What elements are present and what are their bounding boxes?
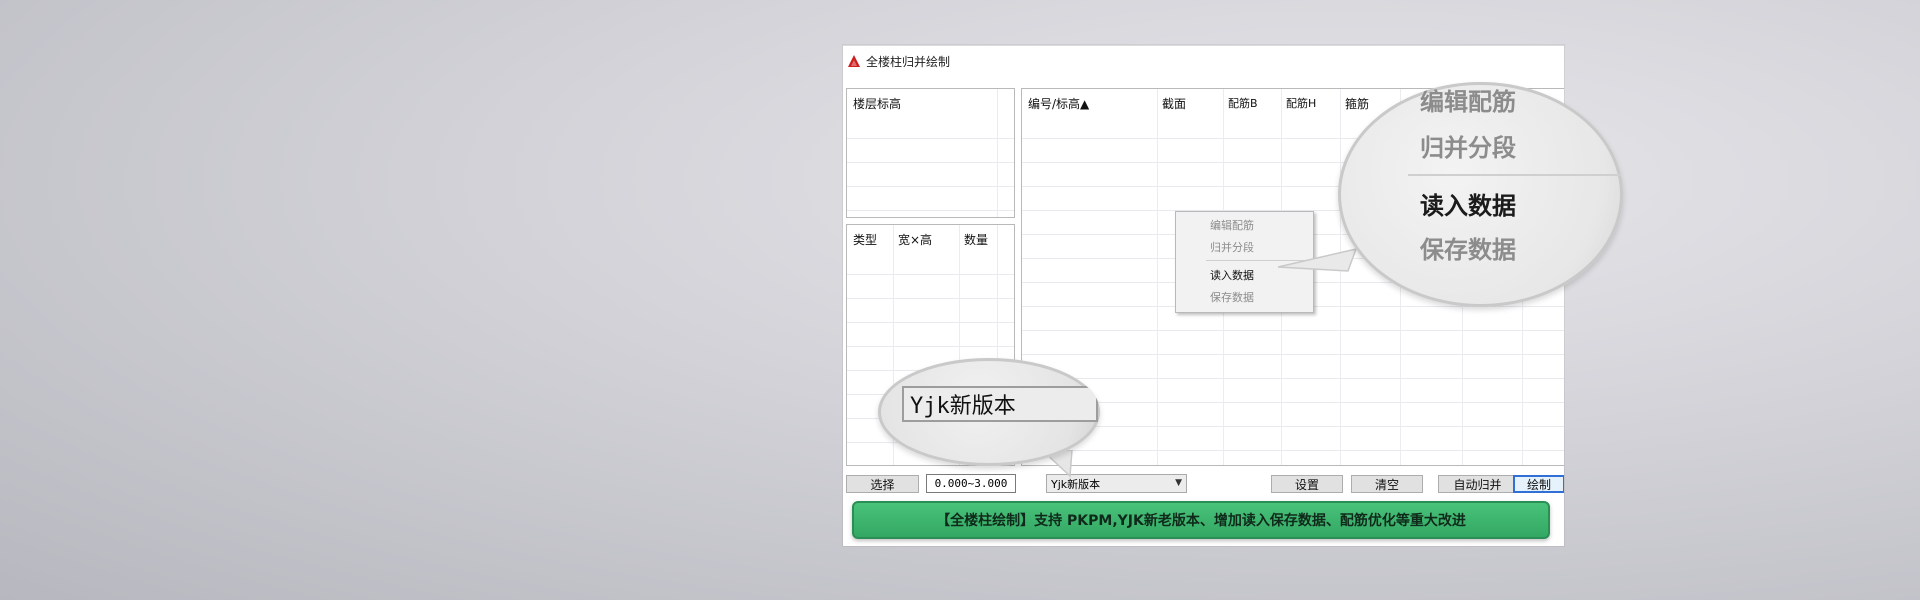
col-header-rebar-h[interactable]: 配筋H xyxy=(1286,95,1316,111)
settings-button[interactable]: 设置 xyxy=(1271,475,1343,493)
floor-list-panel[interactable]: 楼层标高 xyxy=(846,88,1015,218)
col-header-section[interactable]: 截面 xyxy=(1162,95,1186,112)
window-title: 全楼柱归并绘制 xyxy=(866,54,951,69)
magnified-edit-rebar: 编辑配筋 xyxy=(1420,88,1516,116)
col-header-stirrup[interactable]: 箍筋 xyxy=(1345,95,1369,112)
floor-list-header: 楼层标高 xyxy=(847,89,1014,115)
magnified-save-data: 保存数据 xyxy=(1420,236,1516,264)
magnifier-pointer xyxy=(1278,247,1358,272)
app-logo-icon xyxy=(846,53,862,69)
menu-item-merge-segment[interactable]: 归并分段 xyxy=(1210,239,1254,255)
menu-item-edit-rebar[interactable]: 编辑配筋 xyxy=(1210,217,1254,233)
magnified-load-data: 读入数据 xyxy=(1420,192,1516,220)
section-type-header: 类型 宽×高 数量 xyxy=(847,225,1014,251)
desktop-background: { "window": { "title": "全楼柱归并绘制", "accen… xyxy=(0,0,1920,600)
magnified-merge-segment: 归并分段 xyxy=(1420,134,1516,162)
menu-item-load-data[interactable]: 读入数据 xyxy=(1210,267,1254,283)
elevation-range-field[interactable]: 0.000~3.000 xyxy=(926,474,1016,493)
title-bar: 全楼柱归并绘制 xyxy=(843,46,1564,76)
col-header-type: 类型 xyxy=(853,233,878,247)
bottom-toolbar: 选择 0.000~3.000 Yjk新版本 ▼ 设置 清空 自动归并 绘制 xyxy=(843,470,1564,502)
col-header-size: 宽×高 xyxy=(898,233,933,247)
floor-header-label: 楼层标高 xyxy=(853,97,902,111)
auto-merge-button[interactable]: 自动归并 xyxy=(1438,475,1517,493)
feature-banner: 【全楼柱绘制】支持 PKPM,YJK新老版本、增加读入保存数据、配筋优化等重大改… xyxy=(852,501,1550,539)
draw-button[interactable]: 绘制 xyxy=(1513,475,1564,493)
clear-button[interactable]: 清空 xyxy=(1351,475,1423,493)
select-button[interactable]: 选择 xyxy=(846,475,919,493)
col-header-rebar-b[interactable]: 配筋B xyxy=(1228,95,1258,111)
col-header-count: 数量 xyxy=(964,233,989,247)
col-header-id[interactable]: 编号/标高▲ xyxy=(1028,95,1089,112)
chevron-down-icon: ▼ xyxy=(1175,478,1182,488)
magnified-version-select: Yjk新版本 xyxy=(902,386,1098,422)
context-menu-magnifier: 编辑配筋 归并分段 读入数据 保存数据 xyxy=(1338,82,1623,307)
menu-item-save-data[interactable]: 保存数据 xyxy=(1210,289,1254,305)
version-select-magnifier: Yjk新版本 xyxy=(878,358,1100,466)
